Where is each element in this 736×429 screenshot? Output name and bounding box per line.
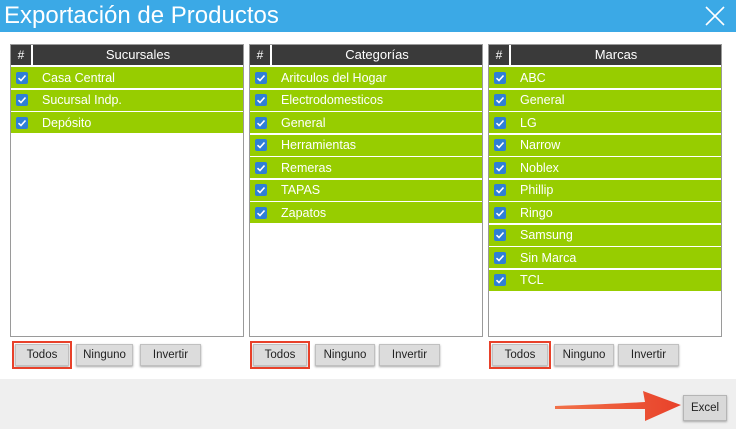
categoria-row[interactable]: Zapatos [250, 202, 482, 223]
categoria-row[interactable]: Electrodomesticos [250, 89, 482, 111]
marca-row[interactable]: ABC [489, 67, 721, 88]
checkbox-checked-icon[interactable] [255, 139, 267, 151]
categoria-label: TAPAS [281, 183, 321, 197]
marca-label: Ringo [520, 205, 553, 220]
sucursales-todos-button[interactable]: Todos [12, 341, 72, 369]
checkbox-checked-icon[interactable] [494, 251, 506, 264]
categoria-label: Remeras [281, 160, 332, 175]
categoria-row[interactable]: Aritculos del Hogar [250, 67, 482, 88]
categoria-label: Herramientas [281, 138, 357, 152]
categorias-invertir-button[interactable]: Invertir [379, 344, 440, 366]
checkbox-checked-icon[interactable] [255, 71, 267, 84]
categoria-label: General [281, 115, 326, 130]
categorias-hash-column: # [250, 45, 272, 65]
checkbox-checked-icon[interactable] [494, 206, 506, 219]
categorias-title: Categorías [345, 47, 409, 62]
categoria-label: Zapatos [281, 205, 327, 220]
marca-row[interactable]: LG [489, 112, 721, 133]
categoria-row[interactable]: Herramientas [250, 134, 482, 156]
dialog-title: Exportación de Productos [4, 2, 279, 29]
marca-label: Noblex [520, 160, 559, 175]
sucursales-title: Sucursales [105, 47, 171, 62]
marca-label: Phillip [520, 183, 554, 197]
categorias-list: Aritculos del Hogar Electrodomesticos Gene… [250, 67, 482, 223]
checkbox-checked-icon[interactable] [255, 94, 267, 106]
marca-label: TCL [520, 273, 544, 287]
marcas-panel: # Marcas ABC General LG Narrow Noblex Phillip… [488, 44, 722, 337]
sucursal-label: Depósito [42, 115, 92, 130]
marcas-list: ABC General LG Narrow Noblex Phillip Ringo Sams… [489, 67, 721, 291]
checkbox-checked-icon[interactable] [494, 184, 506, 196]
checkbox-checked-icon[interactable] [494, 274, 506, 286]
categorias-header: # Categorías [250, 45, 482, 65]
categorias-panel: # Categorías Aritculos del Hogar Electrod… [249, 44, 483, 337]
sucursales-header: # Sucursales [11, 45, 243, 65]
marca-row[interactable]: Phillip [489, 179, 721, 201]
sucursales-list: Casa Central Sucursal Indp. Depósito [11, 67, 243, 133]
marca-label: ABC [520, 70, 546, 85]
marca-row[interactable]: Ringo [489, 202, 721, 223]
checkbox-checked-icon[interactable] [494, 229, 506, 241]
marcas-title: Marcas [594, 47, 638, 62]
sucursal-label: Casa Central [42, 70, 115, 85]
categoria-row[interactable]: TAPAS [250, 179, 482, 201]
categorias-todos-button[interactable]: Todos [250, 341, 310, 369]
checkbox-checked-icon[interactable] [255, 184, 267, 196]
marcas-ninguno-button[interactable]: Ninguno [554, 344, 614, 366]
checkbox-checked-icon[interactable] [494, 139, 506, 151]
marcas-todos-button[interactable]: Todos [489, 341, 551, 369]
checkbox-checked-icon[interactable] [494, 116, 506, 129]
marca-row[interactable]: Sin Marca [489, 247, 721, 268]
checkbox-checked-icon[interactable] [255, 206, 267, 219]
marca-row[interactable]: General [489, 89, 721, 111]
marca-row[interactable]: Samsung [489, 224, 721, 246]
marca-label: Sin Marca [520, 250, 577, 265]
sucursales-hash-column: # [11, 45, 33, 65]
marca-row[interactable]: TCL [489, 269, 721, 291]
sucursal-row[interactable]: Depósito [11, 112, 243, 133]
sucursales-panel: # Sucursales Casa Central Sucursal Indp. D… [10, 44, 244, 337]
marca-label: Narrow [520, 138, 561, 152]
checkbox-checked-icon[interactable] [494, 71, 506, 84]
categoria-label: Aritculos del Hogar [281, 70, 387, 85]
marcas-hash-column: # [489, 45, 511, 65]
checkbox-checked-icon[interactable] [16, 116, 28, 129]
checkbox-checked-icon[interactable] [16, 71, 28, 84]
sucursales-ninguno-button[interactable]: Ninguno [76, 344, 133, 366]
marcas-invertir-button[interactable]: Invertir [618, 344, 679, 366]
marca-label: General [520, 93, 565, 107]
checkbox-checked-icon[interactable] [494, 94, 506, 106]
sucursal-label: Sucursal Indp. [42, 93, 122, 107]
red-arrow-icon [555, 391, 681, 421]
checkbox-checked-icon[interactable] [494, 161, 506, 174]
sucursal-row[interactable]: Casa Central [11, 67, 243, 88]
checkbox-checked-icon[interactable] [16, 94, 28, 106]
categorias-ninguno-button[interactable]: Ninguno [315, 344, 375, 366]
close-icon[interactable] [702, 3, 728, 29]
marca-label: LG [520, 115, 537, 130]
categoria-label: Electrodomesticos [281, 93, 384, 107]
sucursal-row[interactable]: Sucursal Indp. [11, 89, 243, 111]
dialog-title-bar: Exportación de Productos [0, 0, 736, 32]
marca-row[interactable]: Noblex [489, 157, 721, 178]
checkbox-checked-icon[interactable] [255, 161, 267, 174]
marcas-header: # Marcas [489, 45, 721, 65]
categoria-row[interactable]: Remeras [250, 157, 482, 178]
marca-label: Samsung [520, 228, 573, 242]
categoria-row[interactable]: General [250, 112, 482, 133]
checkbox-checked-icon[interactable] [255, 116, 267, 129]
excel-button[interactable]: Excel [683, 395, 727, 421]
marca-row[interactable]: Narrow [489, 134, 721, 156]
sucursales-invertir-button[interactable]: Invertir [140, 344, 201, 366]
